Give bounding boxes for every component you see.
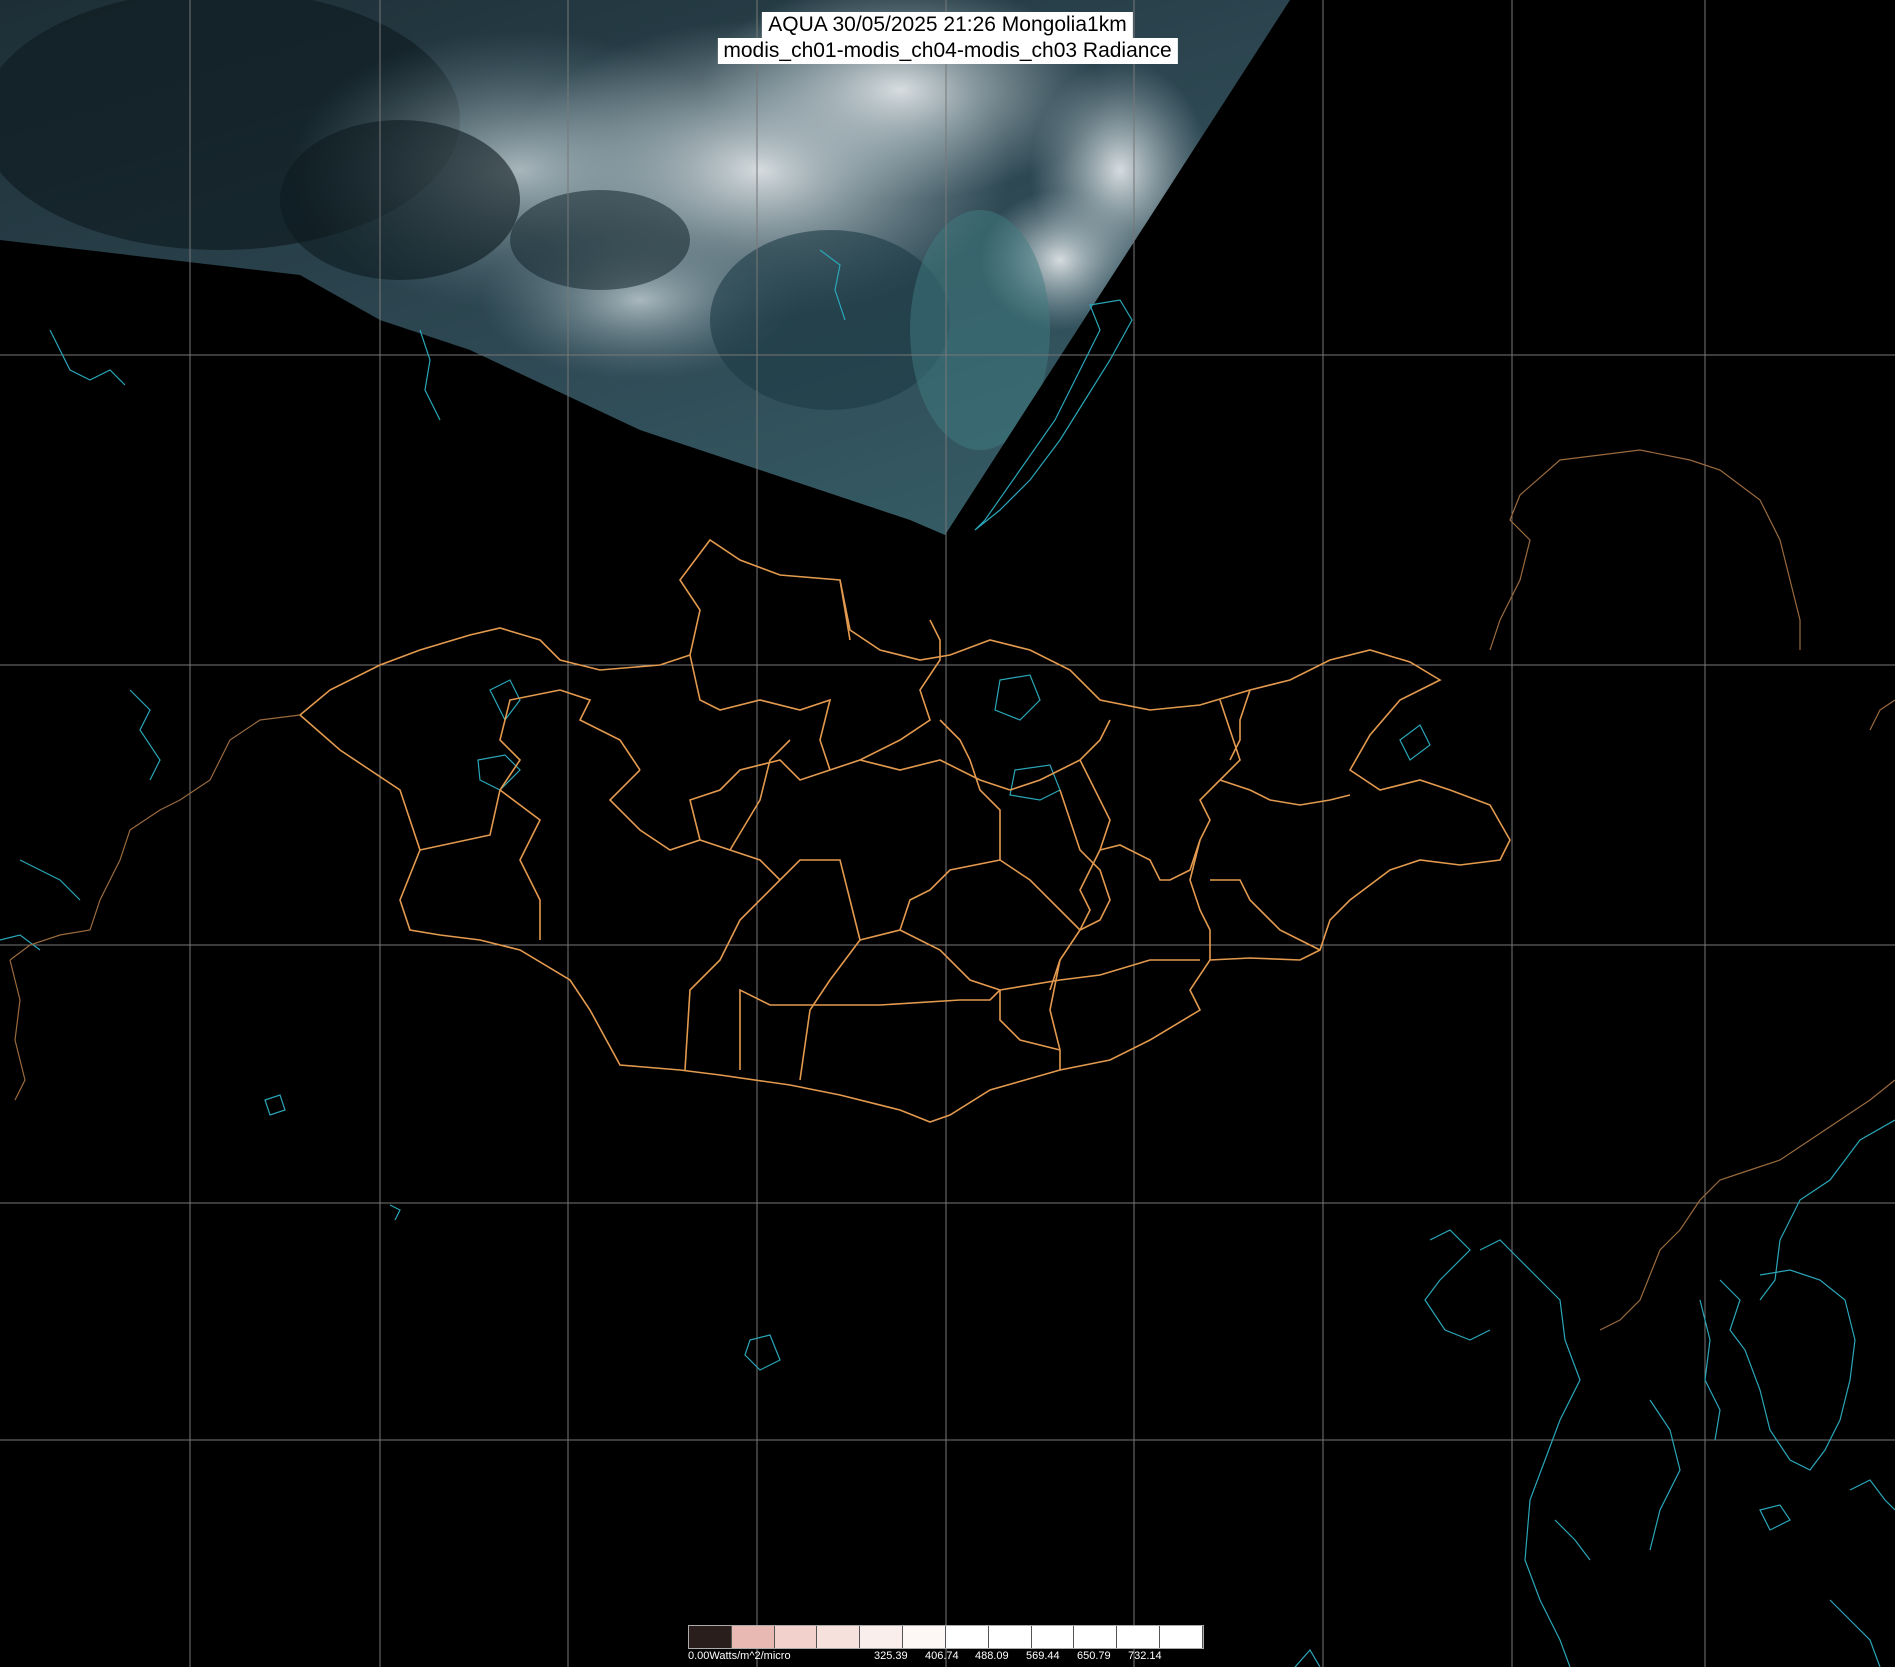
satellite-map — [0, 0, 1895, 1667]
colorbar-tick: 732.14 — [1128, 1650, 1162, 1662]
title-line-1: AQUA 30/05/2025 21:26 Mongolia1km — [762, 12, 1133, 38]
colorbar-tick: 406.74 — [925, 1650, 959, 1662]
colorbar-tick: 488.09 — [975, 1650, 1009, 1662]
colorbar-tick: 650.79 — [1077, 1650, 1111, 1662]
colorbar-unit-label: 0.00Watts/m^2/micro — [688, 1650, 791, 1662]
title-line-2: modis_ch01-modis_ch04-modis_ch03 Radianc… — [717, 38, 1178, 64]
colorbar — [688, 1625, 1204, 1649]
colorbar-tick: 325.39 — [874, 1650, 908, 1662]
colorbar-legend: 0.00Watts/m^2/micro 325.39 406.74 488.09… — [688, 1625, 1204, 1665]
map-title: AQUA 30/05/2025 21:26 Mongolia1km modis_… — [717, 12, 1178, 64]
colorbar-labels: 0.00Watts/m^2/micro 325.39 406.74 488.09… — [688, 1649, 1204, 1665]
colorbar-tick: 569.44 — [1026, 1650, 1060, 1662]
